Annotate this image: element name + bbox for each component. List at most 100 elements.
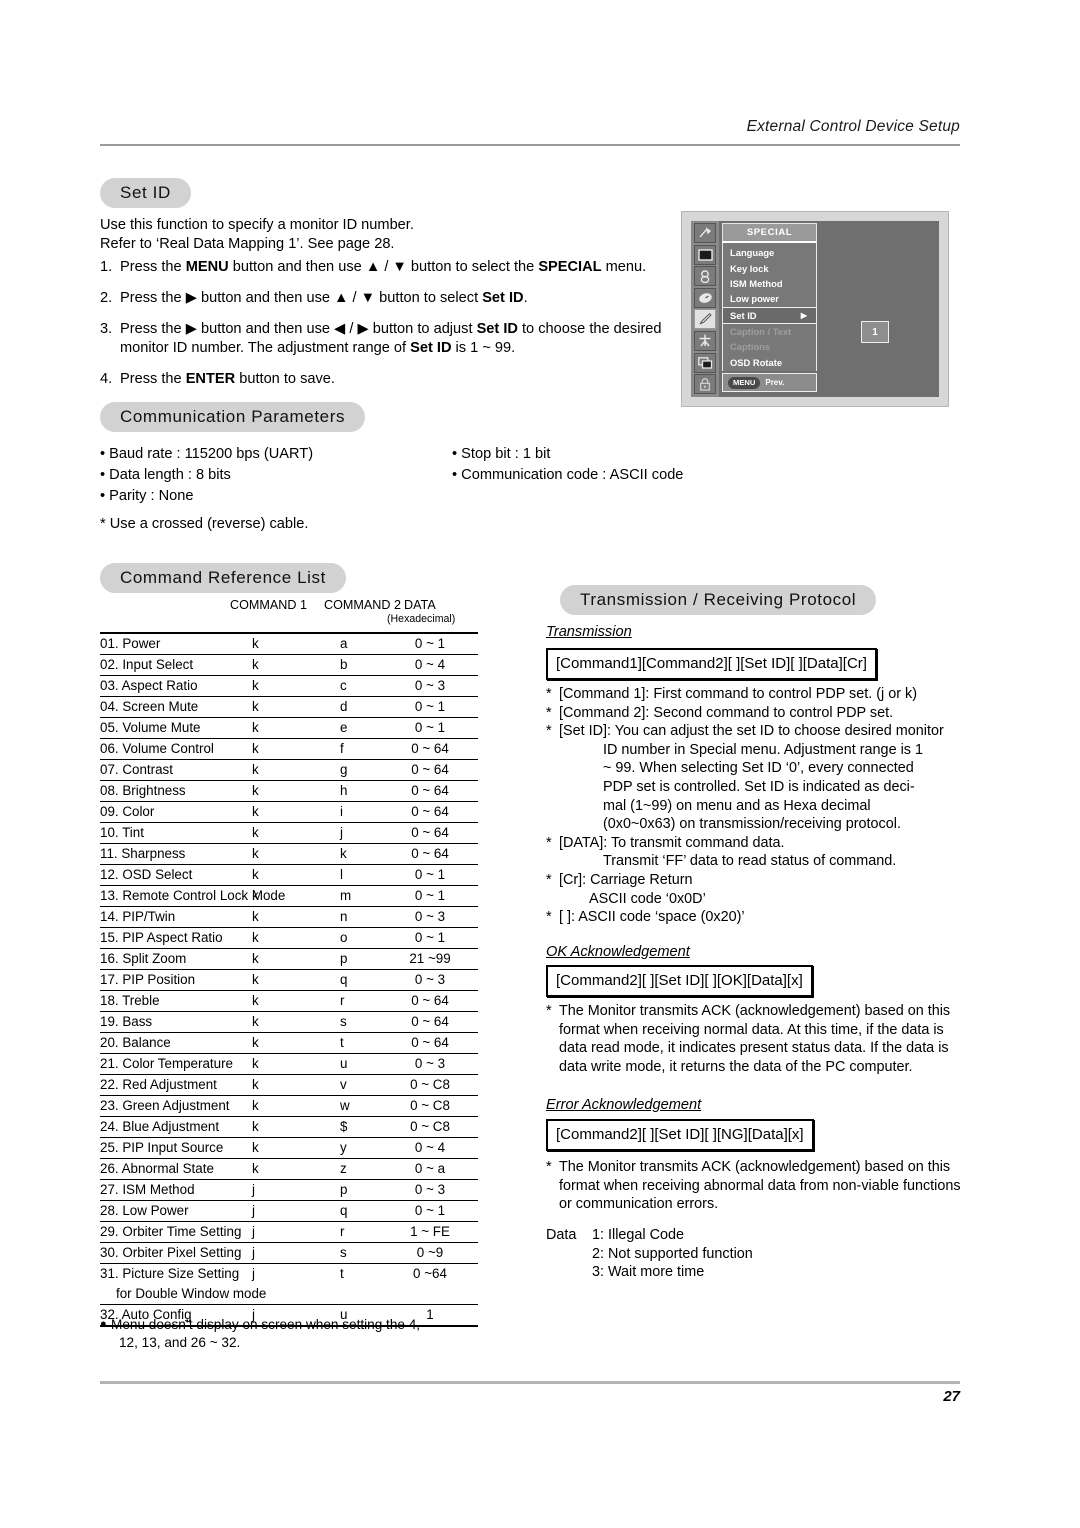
step-text: Press the MENU button and then use ▲ / ▼… xyxy=(120,259,647,275)
command1-value: k xyxy=(252,782,259,798)
command-table-row: 28. Low Power j q 0 ~ 1 xyxy=(100,1201,478,1222)
osd-menu-button[interactable]: MENU xyxy=(728,376,761,389)
subheading-transmission: Transmission xyxy=(546,624,632,640)
command-name: 17. PIP Position xyxy=(100,971,196,987)
command2-value: k xyxy=(340,845,347,861)
osd-menu-item[interactable]: ISM Method xyxy=(723,276,816,291)
command1-value: k xyxy=(252,1055,259,1071)
set-id-step: 3. Press the ▶ button and then use ◀ / ▶ … xyxy=(100,320,680,358)
data-range-value: 0 ~ C8 xyxy=(410,1097,450,1113)
osd-screen: SPECIAL Language Key lock ISM Method Low po… xyxy=(691,221,939,397)
comm-param-item: • Parity : None xyxy=(100,488,194,504)
command2-value: r xyxy=(340,1223,345,1239)
note-bullet-icon: ● xyxy=(100,1318,107,1330)
ok-ack-note: * The Monitor transmits ACK (acknowledge… xyxy=(546,1002,969,1076)
command2-value: v xyxy=(340,1076,347,1092)
command-name: 16. Split Zoom xyxy=(100,950,187,966)
command-table-row: 05. Volume Mute k e 0 ~ 1 xyxy=(100,718,478,739)
antenna-icon[interactable] xyxy=(694,223,716,243)
command1-value: k xyxy=(252,635,259,651)
command-table-row: 22. Red Adjustment k v 0 ~ C8 xyxy=(100,1075,478,1096)
section-heading-set-id: Set ID xyxy=(100,178,191,208)
data-range-value: 0 ~ 1 xyxy=(414,698,446,714)
command-name: 29. Orbiter Time Setting xyxy=(100,1223,242,1239)
osd-menu-item[interactable]: OSD Rotate xyxy=(723,355,816,370)
osd-menu-item[interactable]: Set ID ▶ xyxy=(723,306,816,324)
data-range-value: 0 ~ 64 xyxy=(411,824,449,840)
pip-icon[interactable] xyxy=(694,352,716,373)
step-number: 2. xyxy=(100,290,113,306)
command1-value: k xyxy=(252,887,259,903)
data-range-value: 0 ~ 4 xyxy=(414,1139,446,1155)
setup-icon[interactable] xyxy=(694,330,716,351)
data-range-value: 0 ~ 1 xyxy=(414,1202,446,1218)
lock-icon[interactable] xyxy=(694,374,716,395)
star-bullet-icon: * xyxy=(546,704,552,721)
step-text: Press the ENTER button to save. xyxy=(120,371,335,387)
command-name: 02. Input Select xyxy=(100,656,194,672)
data-range-value: 0 ~ a xyxy=(414,1160,446,1176)
transmission-note-text: [Set ID]: You can adjust the set ID to c… xyxy=(559,723,944,740)
command-name: 27. ISM Method xyxy=(100,1181,195,1197)
command1-value: k xyxy=(252,992,259,1008)
special-icon[interactable] xyxy=(694,309,716,330)
osd-menu-item[interactable]: Low power xyxy=(723,291,816,306)
ok-ack-note-text: The Monitor transmits ACK (acknowledgeme… xyxy=(559,1003,951,1075)
command1-value: k xyxy=(252,1076,259,1092)
command1-value: k xyxy=(252,656,259,672)
data-range-value: 0 ~64 xyxy=(413,1265,447,1281)
data-range-value: 0 ~ 64 xyxy=(411,1034,449,1050)
osd-set-id-value[interactable]: 1 xyxy=(861,321,889,343)
command-name-continuation: for Double Window mode xyxy=(116,1285,267,1301)
star-bullet-icon: * xyxy=(546,1159,552,1175)
error-data-label: Data xyxy=(546,1227,577,1243)
command2-value: h xyxy=(340,782,348,798)
error-ack-note: * The Monitor transmits ACK (acknowledge… xyxy=(546,1158,969,1214)
command1-value: k xyxy=(252,1118,259,1134)
command1-value: k xyxy=(252,950,259,966)
command-table-row: 13. Remote Control Lock Mode k m 0 ~ 1 xyxy=(100,886,478,907)
transmission-note-text: [ ]: ASCII code ‘space (0x20)’ xyxy=(559,909,745,926)
running-header: External Control Device Setup xyxy=(746,118,960,135)
error-ack-format-box: [Command2][ ][Set ID][ ][NG][Data][x] xyxy=(546,1119,814,1151)
setid-cont-line: PDP set is controlled. Set ID is indicat… xyxy=(603,778,915,795)
command2-value: y xyxy=(340,1139,347,1155)
command2-value: f xyxy=(340,740,344,756)
command-name: 24. Blue Adjustment xyxy=(100,1118,220,1134)
command-table-row: 17. PIP Position k q 0 ~ 3 xyxy=(100,970,478,991)
command1-value: j xyxy=(252,1181,255,1197)
command1-value: k xyxy=(252,971,259,987)
footer-rule xyxy=(100,1381,960,1384)
page-number: 27 xyxy=(943,1388,960,1405)
set-id-step: 2. Press the ▶ button and then use ▲ / ▼ … xyxy=(100,289,680,308)
command1-value: k xyxy=(252,698,259,714)
command-name: 28. Low Power xyxy=(100,1202,189,1218)
command-name: 07. Contrast xyxy=(100,761,173,777)
osd-menu-item[interactable]: Key lock xyxy=(723,260,816,275)
command2-value: l xyxy=(340,866,343,882)
star-bullet-icon: * xyxy=(546,723,552,740)
command2-value: r xyxy=(340,992,345,1008)
setid-cont-line: (0x0~0x63) on transmission/receiving pro… xyxy=(603,816,901,833)
command2-value: p xyxy=(340,950,348,966)
command2-value: c xyxy=(340,677,347,693)
command1-value: k xyxy=(252,1034,259,1050)
command-table-row: 16. Split Zoom k p 21 ~99 xyxy=(100,949,478,970)
command2-value: $ xyxy=(340,1118,348,1134)
command-table-row: 01. Power k a 0 ~ 1 xyxy=(100,634,478,655)
set-id-step: 1. Press the MENU button and then use ▲ /… xyxy=(100,258,680,277)
setid-cont-line: ~ 99. When selecting Set ID ‘0’, every c… xyxy=(603,760,914,777)
picture-icon[interactable] xyxy=(694,244,716,265)
column-header-command2: COMMAND 2 xyxy=(324,598,401,612)
audio-icon[interactable] xyxy=(694,266,716,287)
osd-screenshot: SPECIAL Language Key lock ISM Method Low po… xyxy=(681,211,949,407)
data-range-value: 0 ~ 64 xyxy=(411,845,449,861)
command-table-row: 04. Screen Mute k d 0 ~ 1 xyxy=(100,697,478,718)
data-range-value: 0 ~ 1 xyxy=(414,635,446,651)
osd-menu-item[interactable]: Language xyxy=(723,245,816,260)
command-reference-table: COMMAND 1 COMMAND 2 DATA (Hexadecimal) 0… xyxy=(100,598,478,1328)
command-name: 03. Aspect Ratio xyxy=(100,677,198,693)
command-name: 25. PIP Input Source xyxy=(100,1139,224,1155)
clock-icon[interactable] xyxy=(694,287,716,308)
osd-menu-item-label: Caption / Text xyxy=(730,326,792,338)
